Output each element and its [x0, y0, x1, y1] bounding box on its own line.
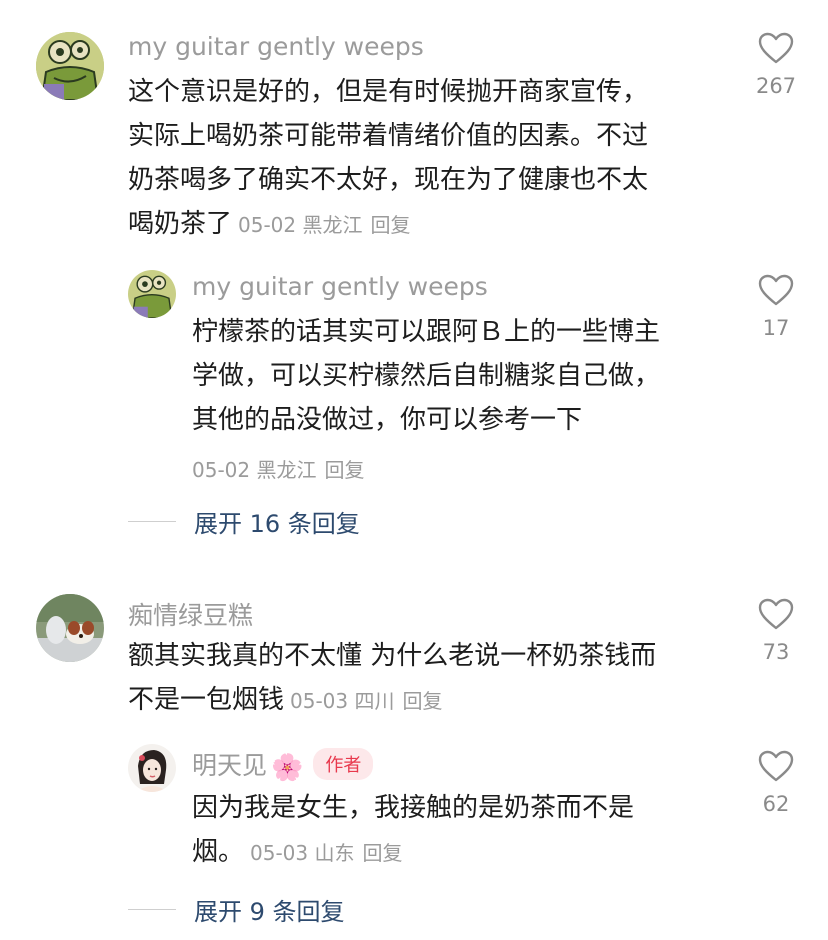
reply-button[interactable]: 回复 [403, 689, 443, 713]
comment-location: 四川 [354, 689, 395, 713]
comment-date: 05-03 [290, 689, 349, 713]
flower-emoji-icon: 🌸 [271, 753, 304, 783]
reply-text-line: 烟。 05-03 山东 回复 [192, 830, 732, 875]
like-button[interactable]: 62 [746, 750, 806, 816]
comment-username[interactable]: 痴情绿豆糕 [128, 596, 253, 632]
heart-outline-icon [758, 750, 794, 782]
reply-username: 明天见 🌸 作者 [192, 746, 374, 783]
reply-location: 山东 [314, 841, 355, 865]
avatar-puppy-photo [36, 594, 104, 662]
reply-text-line: 因为我是女生，我接触的是奶茶而不是 [192, 793, 635, 823]
reply-username-text[interactable]: 明天见 [192, 751, 267, 780]
like-count: 73 [762, 640, 790, 664]
comment-text-line: 不是一包烟钱 05-03 四川 回复 [128, 678, 728, 723]
reply-date: 05-03 [250, 841, 309, 865]
heart-outline-icon [758, 598, 794, 630]
reply-text-line-end: 烟。 [192, 837, 245, 867]
comment-item: 痴情绿豆糕 额其实我真的不太懂 为什么老说一杯奶茶钱而 不是一包烟钱 05-03 … [0, 0, 828, 940]
expand-replies-label: 展开 9 条回复 [194, 898, 345, 926]
reply-button[interactable]: 回复 [363, 841, 403, 865]
like-button[interactable]: 73 [746, 598, 806, 664]
avatar-girl-drawing [128, 744, 176, 792]
reply-text: 因为我是女生，我接触的是奶茶而不是 烟。 05-03 山东 回复 [192, 786, 732, 875]
divider [128, 909, 176, 910]
like-count: 62 [762, 792, 790, 816]
comment-meta: 05-03 四川 回复 [290, 689, 442, 713]
comment-text-line: 额其实我真的不太懂 为什么老说一杯奶茶钱而 [128, 641, 657, 671]
comment-text-line-end: 不是一包烟钱 [128, 685, 285, 715]
author-badge: 作者 [313, 748, 374, 780]
expand-replies-button[interactable]: 展开 9 条回复 [128, 892, 345, 927]
reply-avatar[interactable] [128, 744, 176, 792]
comment-text: 额其实我真的不太懂 为什么老说一杯奶茶钱而 不是一包烟钱 05-03 四川 回复 [128, 634, 728, 723]
reply-meta: 05-03 山东 回复 [250, 841, 402, 865]
avatar[interactable] [36, 594, 104, 662]
